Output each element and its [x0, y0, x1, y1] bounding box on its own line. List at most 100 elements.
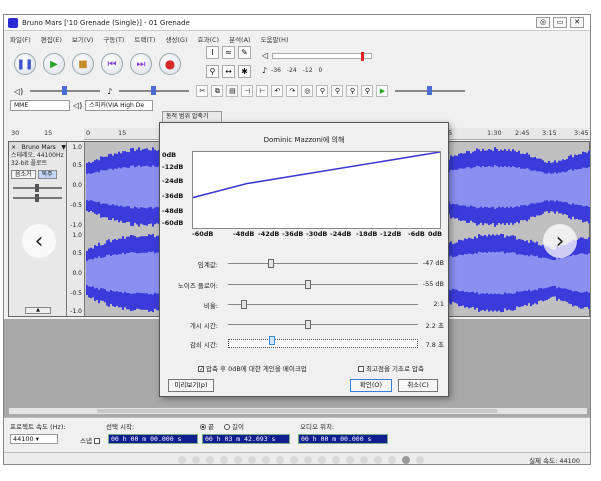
carousel-dot[interactable]	[261, 456, 270, 464]
timeshift-tool[interactable]: ↔	[222, 65, 235, 78]
pause-button[interactable]: ❚❚	[14, 53, 36, 75]
record-button[interactable]: ●	[159, 53, 181, 75]
carousel-dot[interactable]	[247, 456, 256, 464]
audio-position-field[interactable]: 00 h 00 m 00.000 s	[298, 434, 388, 444]
menu-generate[interactable]: 생성(G)	[165, 34, 187, 44]
menu-view[interactable]: 보기(V)	[72, 34, 93, 44]
menu-analyze[interactable]: 분석(A)	[229, 34, 250, 44]
collapse-track-button[interactable]: ▲	[25, 307, 51, 314]
carousel-dot[interactable]	[219, 456, 228, 464]
close-button[interactable]: ✕	[570, 17, 584, 28]
redo-button[interactable]: ↷	[286, 85, 299, 97]
carousel-dot[interactable]	[205, 456, 214, 464]
scrollbar-thumb[interactable]	[97, 409, 497, 413]
play-speed-slider[interactable]	[395, 86, 466, 95]
menu-tracks[interactable]: 트랙(T)	[134, 34, 155, 44]
audio-host-dropdown[interactable]: MME	[10, 99, 70, 111]
trim-button[interactable]: ⊣	[241, 85, 254, 97]
playback-volume-slider[interactable]	[30, 86, 101, 95]
record-volume-slider[interactable]	[119, 86, 190, 95]
carousel-dot[interactable]	[233, 456, 242, 464]
window-options-button[interactable]: ◎	[536, 17, 550, 28]
mute-button[interactable]: 음소거	[11, 170, 36, 179]
track-close-icon[interactable]: ×	[11, 144, 16, 151]
undo-button[interactable]: ↶	[271, 85, 284, 97]
attack-time-thumb[interactable]	[305, 320, 312, 329]
silence-button[interactable]: ⊢	[256, 85, 269, 97]
makeup-gain-label: 압축 후 0dB에 대한 게인을 메이크업	[206, 365, 307, 373]
menu-file[interactable]: 파일(F)	[10, 34, 31, 44]
carousel-dot[interactable]	[331, 456, 340, 464]
carousel-dot[interactable]	[401, 456, 410, 464]
menu-help[interactable]: 도움말(H)	[261, 34, 289, 44]
project-rate-dropdown[interactable]: 44100 ▾	[10, 434, 58, 444]
carousel-pagination	[0, 456, 601, 464]
track-pan-slider[interactable]	[13, 194, 62, 202]
release-time-slider[interactable]	[228, 336, 418, 348]
threshold-thumb[interactable]	[268, 259, 275, 268]
zoom-in-button[interactable]: ⚲	[316, 85, 329, 97]
carousel-dot[interactable]	[415, 456, 424, 464]
playback-meter[interactable]: ◁	[262, 48, 442, 63]
carousel-dot[interactable]	[289, 456, 298, 464]
zoom-tool[interactable]: ⚲	[206, 65, 219, 78]
multi-tool[interactable]: ✱	[238, 65, 251, 78]
record-meter[interactable]: ♪ -36 -24 -12 0	[262, 63, 442, 78]
selection-start-field[interactable]: 00 h 00 m 00.000 s	[108, 434, 198, 444]
timeline-label: 30	[11, 129, 20, 137]
carousel-dot[interactable]	[275, 456, 284, 464]
selection-tool[interactable]: I	[206, 46, 219, 59]
carousel-next-button[interactable]: ›	[543, 224, 577, 258]
makeup-gain-checkbox[interactable]: ✓ 압축 후 0dB에 대한 게인을 메이크업	[198, 365, 307, 373]
carousel-dot[interactable]	[177, 456, 186, 464]
carousel-dot[interactable]	[387, 456, 396, 464]
skip-to-start-button[interactable]: ⏮	[101, 53, 123, 75]
cancel-button[interactable]: 취소(C)	[398, 379, 438, 392]
carousel-dot[interactable]	[191, 456, 200, 464]
fit-project-button[interactable]: ⚲	[361, 85, 374, 97]
preview-button[interactable]: 미리보기(p)	[168, 379, 214, 392]
carousel-dot[interactable]	[303, 456, 312, 464]
ratio-thumb[interactable]	[240, 300, 247, 309]
carousel-dot[interactable]	[373, 456, 382, 464]
cut-button[interactable]: ✂	[196, 85, 209, 97]
fit-selection-button[interactable]: ⚲	[346, 85, 359, 97]
ok-button[interactable]: 확인(O)	[350, 379, 392, 392]
carousel-dot[interactable]	[317, 456, 326, 464]
horizontal-scrollbar[interactable]	[8, 407, 588, 415]
play-button[interactable]: ▶	[43, 53, 65, 75]
track-name-menu[interactable]: × Bruno Mars ▼	[9, 142, 66, 152]
noise-floor-slider[interactable]	[228, 280, 418, 289]
carousel-dot[interactable]	[359, 456, 368, 464]
attack-time-slider[interactable]	[228, 320, 418, 329]
sync-lock-button[interactable]: ◎	[301, 85, 314, 97]
compress-peaks-checkbox[interactable]: 최고점을 기초로 압축	[358, 363, 424, 373]
end-radio[interactable]: 끝	[200, 421, 214, 431]
selection-end-field[interactable]: 00 h 03 m 42.093 s	[202, 434, 290, 444]
carousel-dot[interactable]	[345, 456, 354, 464]
draw-tool[interactable]: ✎	[238, 46, 251, 59]
carousel-prev-button[interactable]: ‹	[22, 224, 56, 258]
play-at-speed-button[interactable]: ▶	[376, 85, 389, 97]
paste-button[interactable]: ▤	[226, 85, 239, 97]
maximize-button[interactable]: ▭	[553, 17, 567, 28]
track-gain-slider[interactable]	[13, 184, 62, 192]
menu-transport[interactable]: 구동(T)	[103, 34, 124, 44]
menu-edit[interactable]: 편집(E)	[41, 34, 62, 44]
skip-to-end-button[interactable]: ⏭	[130, 53, 152, 75]
snap-checkbox[interactable]: 스냅	[80, 435, 102, 445]
stop-button[interactable]: ■	[72, 53, 94, 75]
envelope-tool[interactable]: ≈	[222, 46, 235, 59]
length-radio[interactable]: 길이	[224, 421, 244, 431]
noise-floor-thumb[interactable]	[305, 280, 312, 289]
release-time-thumb[interactable]	[269, 336, 276, 345]
meter-peak-marker	[361, 51, 365, 61]
ratio-slider[interactable]	[228, 300, 418, 309]
snap-label: 스냅	[80, 437, 92, 445]
zoom-out-button[interactable]: ⚲	[331, 85, 344, 97]
output-device-dropdown[interactable]: 스피커(VIA High De	[85, 99, 154, 111]
menu-effect[interactable]: 효과(C)	[198, 34, 220, 44]
copy-button[interactable]: ⧉	[211, 85, 224, 97]
solo-button[interactable]: 독주	[37, 170, 57, 179]
threshold-slider[interactable]	[228, 259, 418, 268]
